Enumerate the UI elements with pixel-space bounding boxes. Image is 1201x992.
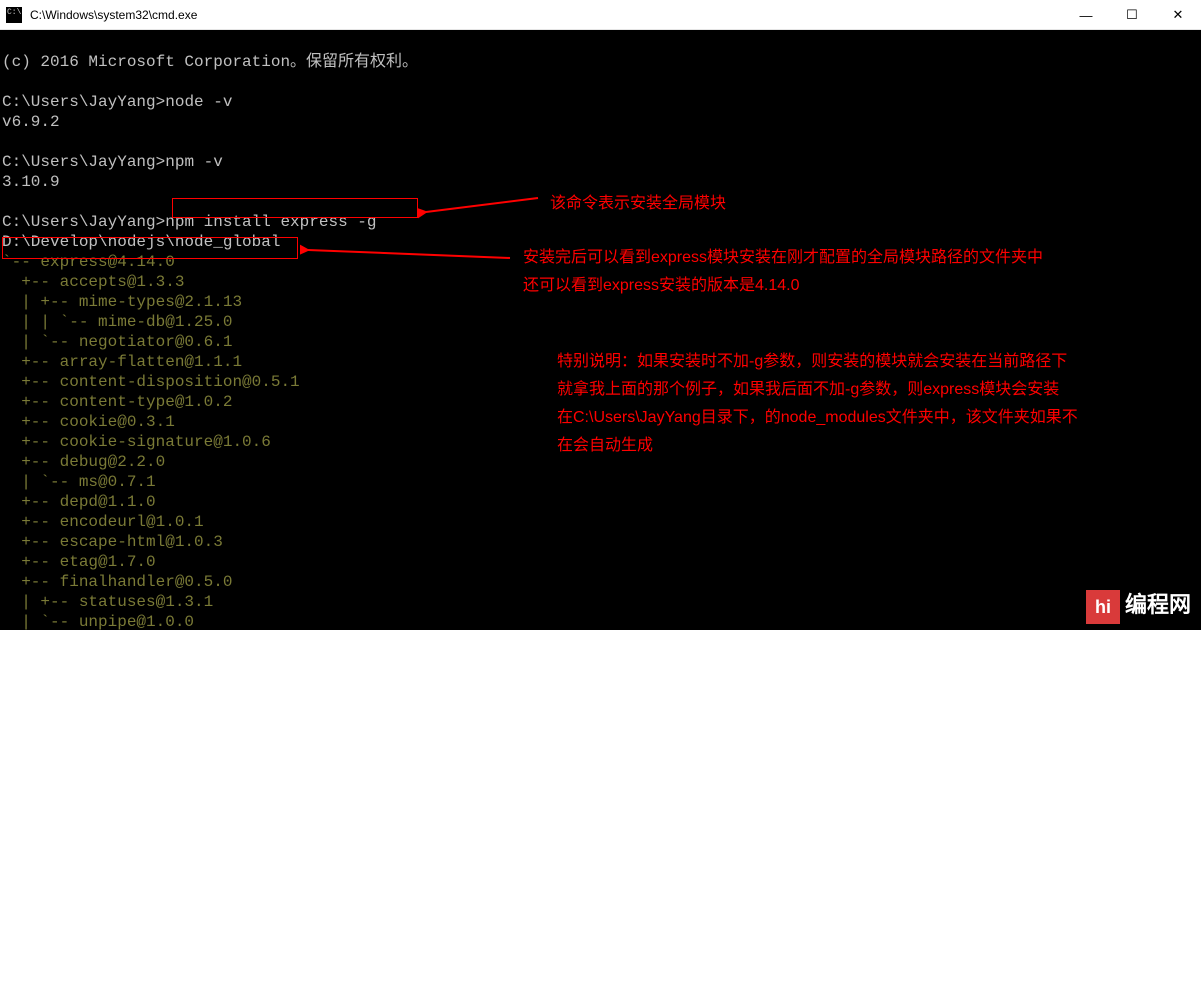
output: 3.10.9 [2, 173, 60, 191]
watermark-text: 编程网 [1125, 597, 1191, 617]
terminal-area[interactable]: (c) 2016 Microsoft Corporation。保留所有权利。 C… [0, 30, 1201, 630]
annotation-3-line-1: 特别说明：如果安装时不加-g参数，则安装的模块就会安装在当前路径下 [557, 348, 1201, 376]
prompt: C:\Users\JayYang> [2, 213, 165, 231]
arrow-2 [300, 240, 520, 290]
tree-line: | +-- statuses@1.3.1 [2, 593, 213, 611]
maximize-button[interactable]: ☐ [1109, 0, 1155, 30]
tree-line: +-- cookie-signature@1.0.6 [2, 433, 271, 451]
close-button[interactable]: ✕ [1155, 0, 1201, 30]
cmd-icon [6, 7, 22, 23]
tree-line: | `-- ms@0.7.1 [2, 473, 156, 491]
annotation-3-line-3: 在C:\Users\JayYang目录下，的node_modules文件夹中，该… [557, 404, 1201, 432]
command: node -v [165, 93, 232, 111]
tree-line: `-- express@4.14.0 [2, 253, 175, 271]
tree-line: +-- etag@1.7.0 [2, 553, 156, 571]
annotation-3: 特别说明：如果安装时不加-g参数，则安装的模块就会安装在当前路径下 就拿我上面的… [557, 348, 1201, 460]
tree-line: | | `-- mime-db@1.25.0 [2, 313, 232, 331]
watermark: hi 编程网 [1086, 590, 1191, 624]
prompt: C:\Users\JayYang> [2, 93, 165, 111]
tree-line: +-- escape-html@1.0.3 [2, 533, 223, 551]
tree-line: +-- accepts@1.3.3 [2, 273, 184, 291]
command: npm -v [165, 153, 223, 171]
annotation-2-line-1: 安装完后可以看到express模块安装在刚才配置的全局模块路径的文件夹中 [523, 244, 1201, 272]
annotation-2-line-2: 还可以看到express安装的版本是4.14.0 [523, 272, 1201, 300]
annotation-2: 安装完后可以看到express模块安装在刚才配置的全局模块路径的文件夹中 还可以… [523, 244, 1201, 300]
tree-line: +-- cookie@0.3.1 [2, 413, 175, 431]
tree-line: +-- encodeurl@1.0.1 [2, 513, 204, 531]
tree-line: | `-- unpipe@1.0.0 [2, 613, 194, 631]
tree-line: +-- content-type@1.0.2 [2, 393, 232, 411]
window-title: C:\Windows\system32\cmd.exe [30, 8, 197, 22]
tree-line: +-- content-disposition@0.5.1 [2, 373, 300, 391]
tree-line: +-- depd@1.1.0 [2, 493, 156, 511]
command: npm install express -g [165, 213, 376, 231]
output-path: D:\Develop\nodejs\node_global [2, 233, 280, 251]
annotation-3-line-4: 在会自动生成 [557, 432, 1201, 460]
tree-line: +-- finalhandler@0.5.0 [2, 573, 232, 591]
tree-line: | +-- mime-types@2.1.13 [2, 293, 242, 311]
tree-line: +-- array-flatten@1.1.1 [2, 353, 242, 371]
window-controls: — ☐ ✕ [1063, 0, 1201, 29]
minimize-button[interactable]: — [1063, 0, 1109, 30]
annotation-3-line-2: 就拿我上面的那个例子，如果我后面不加-g参数，则express模块会安装 [557, 376, 1201, 404]
copyright-line: (c) 2016 Microsoft Corporation。保留所有权利。 [2, 53, 418, 71]
arrow-1 [418, 190, 548, 230]
tree-line: +-- debug@2.2.0 [2, 453, 165, 471]
prompt: C:\Users\JayYang> [2, 153, 165, 171]
watermark-icon: hi [1086, 590, 1120, 624]
annotation-1: 该命令表示安装全局模块 [550, 190, 726, 218]
tree-line: | `-- negotiator@0.6.1 [2, 333, 232, 351]
window-title-bar: C:\Windows\system32\cmd.exe — ☐ ✕ [0, 0, 1201, 30]
output: v6.9.2 [2, 113, 60, 131]
